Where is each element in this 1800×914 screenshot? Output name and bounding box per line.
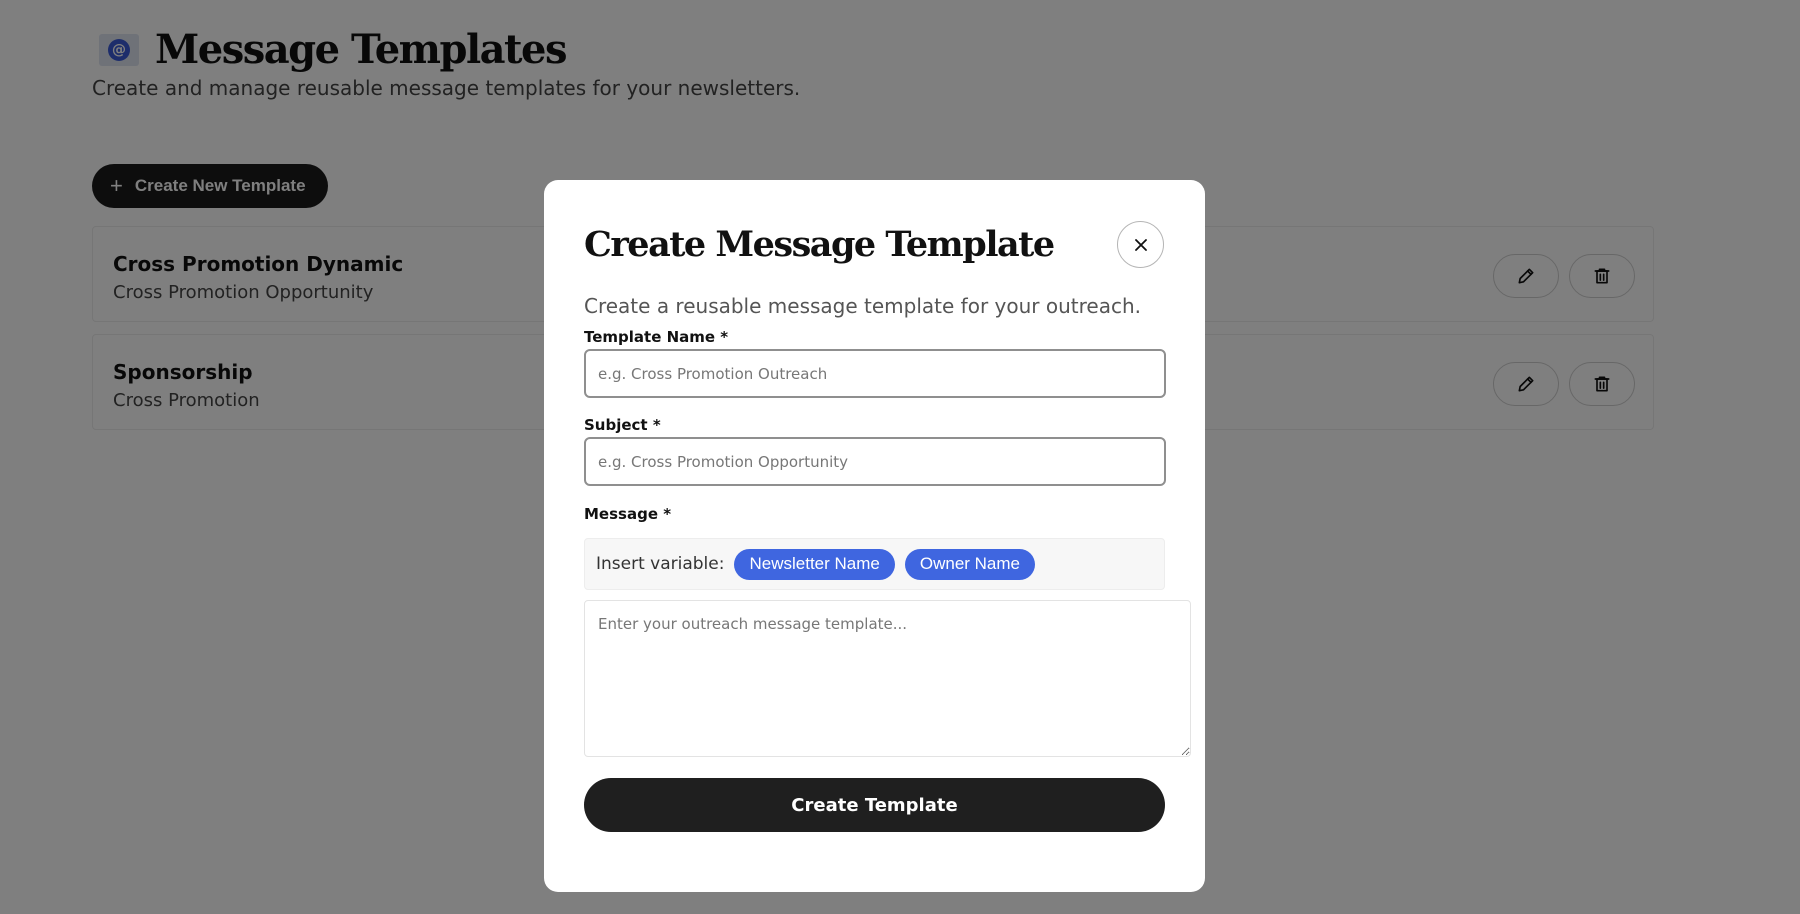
insert-variable-label: Insert variable: xyxy=(596,554,725,574)
variable-chip-owner-name[interactable]: Owner Name xyxy=(904,548,1035,580)
subject-input[interactable] xyxy=(584,437,1166,486)
close-dialog-button[interactable] xyxy=(1117,221,1164,268)
insert-variable-bar: Insert variable: Newsletter Name Owner N… xyxy=(584,538,1165,590)
close-icon xyxy=(1134,238,1147,251)
message-label: Message * xyxy=(584,505,672,523)
message-textarea[interactable] xyxy=(584,600,1191,757)
dialog-description: Create a reusable message template for y… xyxy=(584,294,1141,318)
subject-label: Subject * xyxy=(584,416,661,434)
create-template-dialog: Create Message Template Create a reusabl… xyxy=(544,180,1205,892)
template-name-input[interactable] xyxy=(584,349,1166,398)
variable-chip-newsletter-name[interactable]: Newsletter Name xyxy=(734,548,895,580)
create-template-submit-button[interactable]: Create Template xyxy=(584,778,1165,832)
dialog-title: Create Message Template xyxy=(584,224,1055,265)
template-name-label: Template Name * xyxy=(584,328,729,346)
